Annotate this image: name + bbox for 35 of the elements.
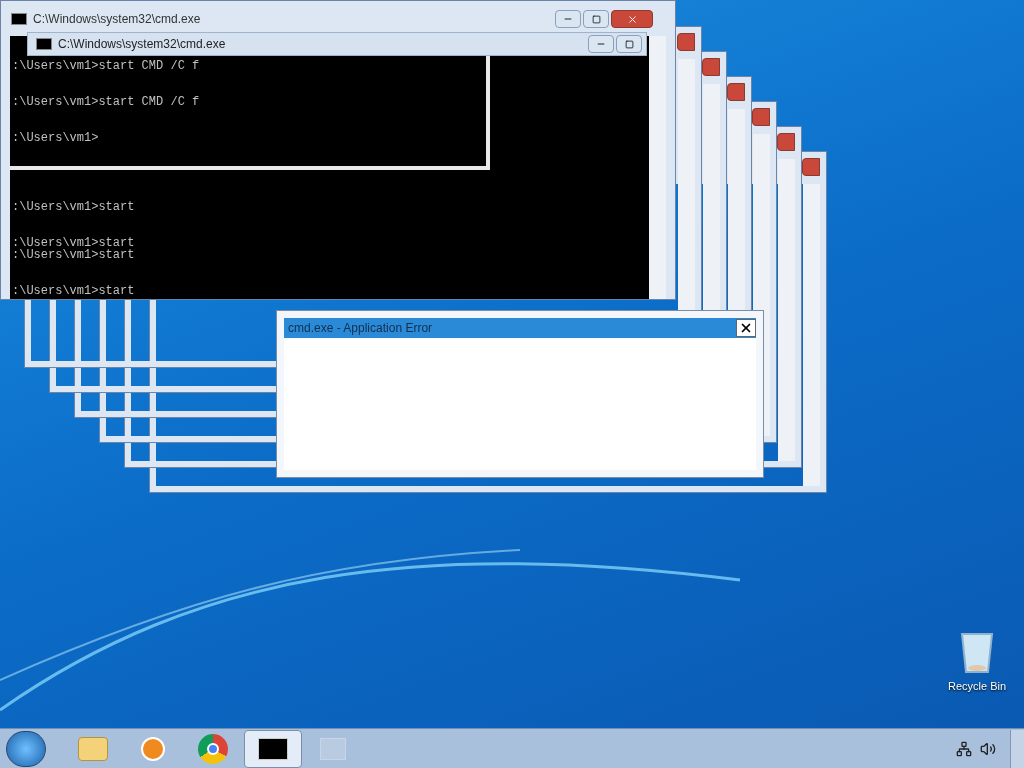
- maximize-icon: [624, 39, 634, 49]
- start-button[interactable]: [6, 730, 46, 767]
- browser-icon: [198, 733, 228, 764]
- close-icon: [739, 321, 753, 335]
- close-button[interactable]: [736, 319, 756, 337]
- console-line: :\Users\vm1>start: [12, 237, 135, 249]
- window-title: C:\Windows\system32\cmd.exe: [33, 11, 201, 28]
- show-desktop-button[interactable]: [1010, 729, 1024, 768]
- maximize-icon: [591, 14, 601, 24]
- window-title: C:\Windows\system32\cmd.exe: [58, 36, 226, 53]
- taskbar-button[interactable]: [244, 729, 302, 768]
- maximize-button[interactable]: [616, 35, 642, 53]
- console-line: :\Users\vm1>: [12, 132, 99, 144]
- scrollbar[interactable]: [778, 159, 795, 461]
- volume-icon[interactable]: [980, 740, 996, 757]
- dialog-title: cmd.exe - Application Error: [288, 320, 433, 337]
- window-icon: [320, 737, 346, 760]
- desktop-icon-label[interactable]: Recycle Bin: [947, 678, 1007, 695]
- console-icon: [36, 38, 52, 50]
- console-line: :\Users\vm1>start CMD /C f: [12, 60, 200, 72]
- scrollbar[interactable]: [803, 184, 820, 486]
- network-icon[interactable]: [956, 740, 972, 757]
- minimize-button[interactable]: [588, 35, 614, 53]
- console-icon: [258, 737, 288, 760]
- console-line: :\Users\vm1>start: [12, 285, 135, 297]
- console-line: :\Users\vm1>start: [12, 249, 135, 261]
- maximize-button[interactable]: [583, 10, 609, 28]
- minimize-button[interactable]: [555, 10, 581, 28]
- folder-icon: [78, 736, 108, 761]
- close-icon: [626, 13, 638, 25]
- trash-bin-icon[interactable]: [959, 630, 995, 674]
- console-icon: [11, 13, 27, 25]
- scrollbar[interactable]: [649, 36, 666, 299]
- console-line: :\Users\vm1>start: [12, 201, 135, 213]
- console-line: :\Users\vm1>start CMD /C f: [12, 96, 200, 108]
